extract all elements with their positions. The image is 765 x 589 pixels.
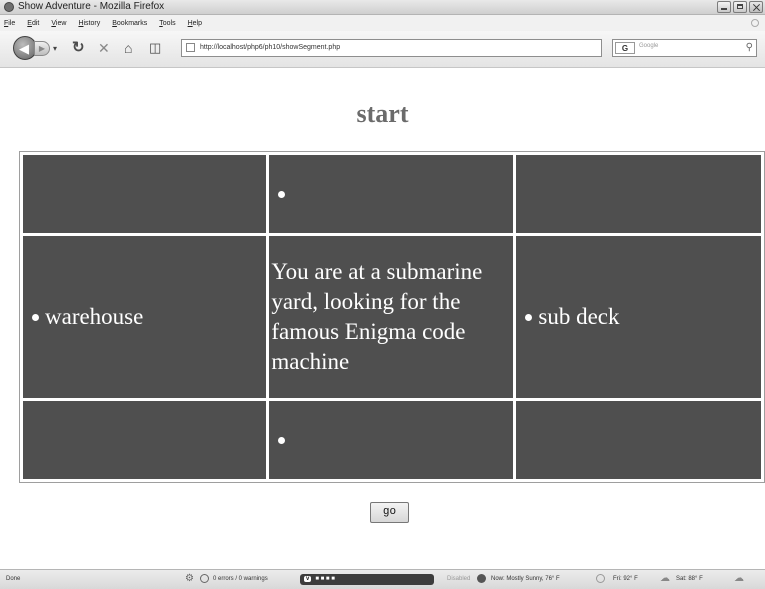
throbber-icon bbox=[751, 19, 759, 27]
go-button[interactable]: go bbox=[370, 502, 409, 523]
weather-extra-icon: ☁ bbox=[734, 573, 744, 584]
window-title: Show Adventure - Mozilla Firefox bbox=[18, 1, 165, 12]
page-favicon-icon bbox=[186, 43, 195, 52]
menu-bookmarks[interactable]: Bookmarks bbox=[112, 20, 147, 27]
grid-cell-northeast bbox=[516, 155, 761, 233]
back-arrow-icon: ◀ bbox=[19, 40, 29, 56]
status-text: Done bbox=[6, 576, 21, 582]
grid-cell-northwest bbox=[23, 155, 267, 233]
close-button[interactable] bbox=[749, 1, 763, 13]
status-bar: Done ⚙ 0 errors / 0 warnings v ■ ■ ■ ■ Di… bbox=[0, 569, 765, 589]
north-radio[interactable] bbox=[278, 190, 286, 198]
toolbar-addon-widget[interactable]: v ■ ■ ■ ■ bbox=[300, 574, 434, 585]
menu-tools[interactable]: Tools bbox=[159, 20, 175, 27]
grid-cell-west: warehouse bbox=[23, 236, 267, 398]
search-engine-icon[interactable]: G bbox=[615, 42, 635, 54]
search-box[interactable]: G Google ⚲ bbox=[612, 39, 757, 57]
weather-fri[interactable]: Fri: 92° F bbox=[613, 576, 638, 582]
title-bar: Show Adventure - Mozilla Firefox bbox=[0, 0, 765, 15]
disabled-indicator[interactable]: Disabled bbox=[447, 576, 470, 582]
navigation-toolbar: ◀ ▶ ▾ ↻ ✕ ⌂ ◫ http://localhost/php6/ph10… bbox=[0, 31, 765, 68]
menu-history[interactable]: History bbox=[78, 20, 100, 27]
browser-window: Show Adventure - Mozilla Firefox File Ed… bbox=[0, 0, 765, 589]
error-count[interactable]: 0 errors / 0 warnings bbox=[213, 576, 268, 582]
south-radio[interactable] bbox=[278, 436, 286, 444]
weather-sat[interactable]: Sat: 88° F bbox=[676, 576, 703, 582]
menu-view[interactable]: View bbox=[51, 20, 66, 27]
menu-help[interactable]: Help bbox=[188, 20, 202, 27]
stop-icon[interactable]: ✕ bbox=[98, 40, 110, 56]
weather-sat-icon: ☁ bbox=[660, 573, 670, 584]
addons-icon[interactable]: ⚙ bbox=[185, 573, 194, 584]
page-title: start bbox=[356, 99, 409, 128]
grid-cell-southeast bbox=[516, 401, 761, 479]
maximize-button[interactable] bbox=[733, 1, 747, 13]
grid-cell-east: sub deck bbox=[516, 236, 761, 398]
west-label: warehouse bbox=[45, 304, 144, 329]
page-content: start warehouse You are at a submarine y… bbox=[0, 68, 765, 568]
search-icon[interactable]: ⚲ bbox=[746, 42, 753, 54]
minimize-button[interactable] bbox=[717, 1, 731, 13]
window-controls bbox=[717, 1, 763, 13]
forward-button[interactable]: ▶ bbox=[34, 41, 50, 56]
url-text[interactable]: http://localhost/php6/ph10/showSegment.p… bbox=[200, 42, 340, 54]
firefox-icon bbox=[4, 2, 14, 12]
east-radio[interactable] bbox=[525, 313, 533, 321]
weather-now[interactable]: Now: Mostly Sunny, 76° F bbox=[491, 576, 560, 582]
west-radio[interactable] bbox=[32, 313, 39, 321]
history-dropdown-icon[interactable]: ▾ bbox=[53, 44, 57, 53]
menu-file[interactable]: File bbox=[4, 20, 15, 27]
grid-cell-north bbox=[269, 155, 514, 233]
reload-icon[interactable]: ↻ bbox=[72, 40, 85, 56]
weather-sun-icon bbox=[477, 574, 486, 583]
validator-icon[interactable] bbox=[200, 574, 209, 583]
url-bar[interactable]: http://localhost/php6/ph10/showSegment.p… bbox=[181, 39, 757, 57]
east-label: sub deck bbox=[538, 304, 620, 329]
menu-bar: File Edit View History Bookmarks Tools H… bbox=[0, 15, 765, 31]
bookmark-page-icon[interactable]: ◫ bbox=[149, 40, 161, 56]
search-input[interactable]: Google bbox=[639, 43, 658, 49]
menu-edit[interactable]: Edit bbox=[27, 20, 39, 27]
weather-fri-icon bbox=[596, 574, 605, 583]
description-cell: You are at a submarine yard, looking for… bbox=[269, 236, 514, 398]
adventure-grid: warehouse You are at a submarine yard, l… bbox=[19, 151, 765, 483]
grid-cell-south bbox=[269, 401, 514, 479]
grid-cell-southwest bbox=[23, 401, 267, 479]
home-icon[interactable]: ⌂ bbox=[124, 40, 132, 56]
addon-logo-icon: v bbox=[304, 576, 312, 582]
